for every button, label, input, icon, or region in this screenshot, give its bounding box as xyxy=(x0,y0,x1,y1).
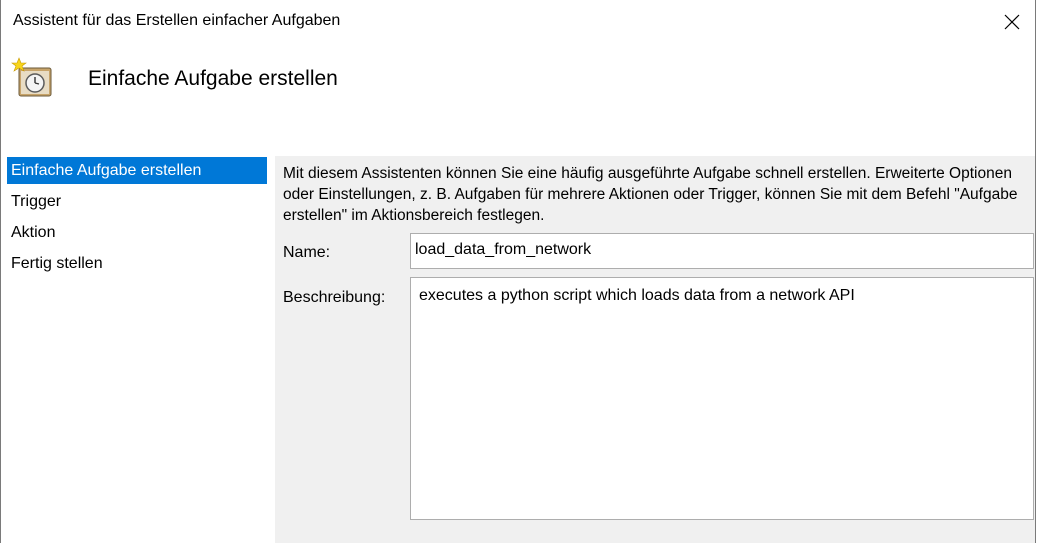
wizard-step-nav: Einfache Aufgabe erstellen Trigger Aktio… xyxy=(7,157,267,281)
title-bar: Assistent für das Erstellen einfacher Au… xyxy=(1,0,1035,44)
wizard-header: Einfache Aufgabe erstellen xyxy=(1,44,1035,144)
beschreibung-textarea[interactable]: executes a python script which loads dat… xyxy=(410,277,1034,520)
name-label: Name: xyxy=(283,244,331,261)
nav-item-aktion[interactable]: Aktion xyxy=(7,219,267,246)
window-title: Assistent für das Erstellen einfacher Au… xyxy=(13,12,341,29)
name-input[interactable]: load_data_from_network xyxy=(410,233,1034,269)
close-icon xyxy=(1004,14,1020,30)
nav-item-trigger[interactable]: Trigger xyxy=(7,188,267,215)
content-panel: Mit diesem Assistenten können Sie eine h… xyxy=(275,156,1035,543)
task-scheduler-icon xyxy=(11,57,52,97)
nav-item-einfache-aufgabe[interactable]: Einfache Aufgabe erstellen xyxy=(7,157,267,184)
wizard-description: Mit diesem Assistenten können Sie eine h… xyxy=(283,165,1018,224)
close-button[interactable] xyxy=(989,0,1035,44)
nav-item-fertig-stellen[interactable]: Fertig stellen xyxy=(7,250,267,277)
beschreibung-label: Beschreibung: xyxy=(283,289,386,306)
page-title: Einfache Aufgabe erstellen xyxy=(88,67,338,90)
wizard-window: Assistent für das Erstellen einfacher Au… xyxy=(0,0,1036,543)
